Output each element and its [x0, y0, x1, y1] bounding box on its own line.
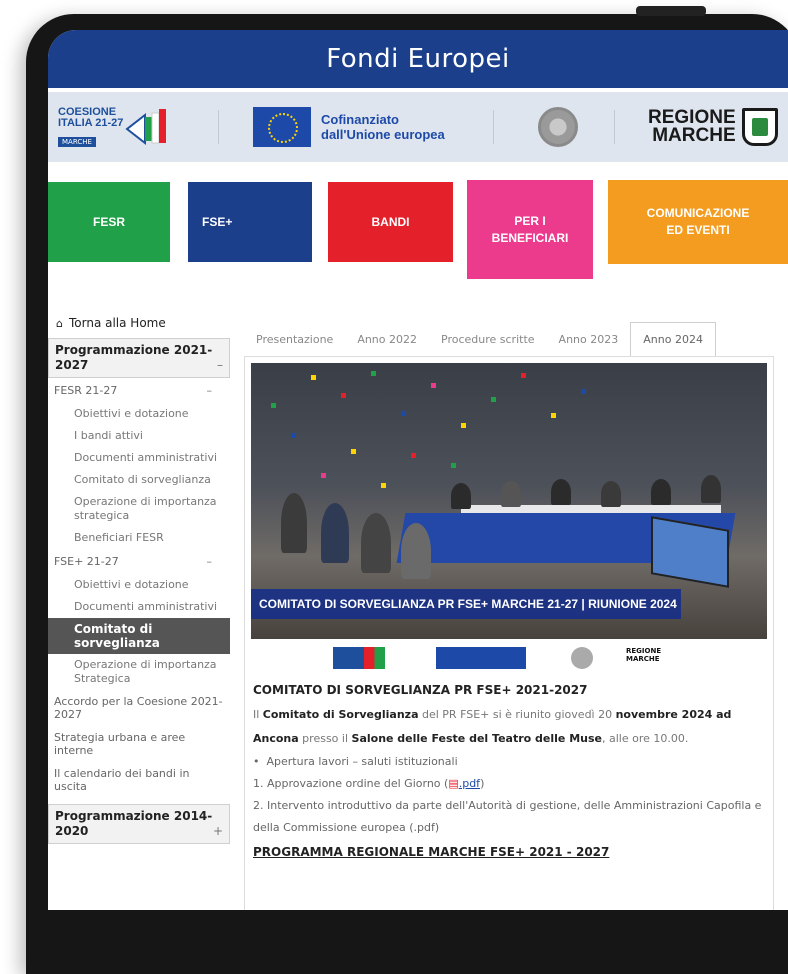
- tab-presentazione[interactable]: Presentazione: [244, 333, 345, 356]
- agenda-item-1-end: ): [480, 777, 485, 790]
- tab-panel: COMITATO DI SORVEGLIANZA PR FSE+ MARCHE …: [244, 356, 774, 910]
- article-heading: COMITATO DI SORVEGLIANZA PR FSE+ 2021-20…: [253, 683, 588, 697]
- p1-e: presso il: [298, 732, 352, 745]
- main-content: Presentazione Anno 2022 Procedure scritt…: [244, 320, 774, 910]
- p1-g: , alle ore 10.00.: [601, 732, 689, 745]
- marche-line2: MARCHE: [652, 125, 736, 146]
- marche-mini-line2: MARCHE: [626, 655, 660, 663]
- group-2014-label: Programmazione 2014-2020: [55, 809, 213, 838]
- home-icon: ⌂: [56, 317, 63, 330]
- sidebar-item[interactable]: Strategia urbana e aree interne: [48, 726, 230, 762]
- meeting-photo[interactable]: COMITATO DI SORVEGLIANZA PR FSE+ MARCHE …: [251, 363, 767, 639]
- photo-caption: COMITATO DI SORVEGLIANZA PR FSE+ MARCHE …: [251, 589, 681, 619]
- p1-c: del PR FSE+ si è riunito giovedì 20: [418, 708, 616, 721]
- pdf-icon: ▤: [448, 777, 459, 790]
- tile-fesr-label: FESR: [92, 214, 125, 229]
- tile-fse-label: FSE+: [202, 214, 233, 229]
- tile-comunicazione-line1: COMUNICAZIONE: [646, 206, 750, 220]
- tile-beneficiari-line2: BENEFICIARI: [491, 230, 569, 245]
- sidebar-item[interactable]: Accordo per la Coesione 2021-2027: [48, 690, 230, 726]
- agenda-item-1-text: 1. Approvazione ordine del Giorno (: [253, 777, 449, 790]
- tile-comunicazione[interactable]: COMUNICAZIONE ED EVENTI: [608, 180, 788, 264]
- home-link[interactable]: ⌂ Torna alla Home: [48, 310, 230, 338]
- expand-toggle-icon[interactable]: +: [213, 824, 223, 839]
- tile-fse[interactable]: FSE+: [188, 182, 312, 262]
- p1-b: Comitato di Sorveglianza: [262, 708, 419, 721]
- section-fesr-label: FESR 21-27: [54, 384, 118, 397]
- agenda-item-1: 1. Approvazione ordine del Giorno (▤.pdf…: [251, 773, 767, 795]
- coesione-line1: COESIONE: [58, 105, 117, 118]
- collapse-toggle-icon[interactable]: –: [217, 358, 223, 373]
- tile-bandi[interactable]: BANDI: [328, 182, 453, 262]
- logo-divider: [218, 110, 219, 144]
- logo-divider: [614, 110, 615, 144]
- tab-procedure-scritte[interactable]: Procedure scritte: [429, 333, 547, 356]
- sidebar-item[interactable]: Beneficiari FESR: [48, 527, 230, 549]
- eu-mini-logo: [436, 647, 526, 669]
- sidebar-item[interactable]: Operazione di importanza Strategica: [48, 654, 230, 690]
- collapse-toggle-icon[interactable]: –: [207, 555, 213, 568]
- sidebar-item[interactable]: Documenti amministrativi: [48, 596, 230, 618]
- tile-beneficiari[interactable]: PER I BENEFICIARI: [467, 180, 593, 279]
- eu-line2: dall'Unione europea: [321, 127, 445, 142]
- app-title: Fondi Europei: [326, 44, 510, 74]
- eu-line1: Cofinanziato: [321, 112, 399, 127]
- logo-strip: COESIONE ITALIA 21-27 MARCHE Cofinanziat…: [48, 92, 788, 162]
- sidebar-item[interactable]: Obiettivi e dotazione: [48, 403, 230, 425]
- tab-anno-2022[interactable]: Anno 2022: [345, 333, 429, 356]
- sidebar-item[interactable]: I bandi attivi: [48, 425, 230, 447]
- device-button: [636, 6, 706, 16]
- tile-fesr[interactable]: FESR: [48, 182, 170, 262]
- tile-bandi-label: BANDI: [371, 214, 410, 229]
- marche-shield-icon: [741, 108, 778, 146]
- partner-logos: REGIONE MARCHE: [251, 639, 767, 677]
- collapse-toggle-icon[interactable]: –: [207, 384, 213, 397]
- agenda-bullet: • Apertura lavori – saluti istituzionali: [253, 755, 458, 768]
- sidebar-item[interactable]: Comitato di sorveglianza: [48, 469, 230, 491]
- agenda-bullet-text: Apertura lavori – saluti istituzionali: [266, 755, 458, 768]
- section-fesr[interactable]: FESR 21-27 –: [48, 378, 230, 403]
- category-tiles: FESR FSE+ BANDI PER I BENEFICIARI COMUNIC…: [48, 180, 788, 290]
- article-paragraph: Il Comitato di Sorveglianza del PR FSE+ …: [251, 703, 767, 751]
- sidebar-item[interactable]: Documenti amministrativi: [48, 447, 230, 469]
- emblem-mini-icon: [571, 647, 593, 669]
- group-programmazione-2021[interactable]: Programmazione 2021-2027 –: [48, 338, 230, 378]
- coesione-line2: ITALIA 21-27: [58, 116, 124, 129]
- coesione-badge: MARCHE: [58, 136, 96, 147]
- tab-anno-2023[interactable]: Anno 2023: [547, 333, 631, 356]
- year-tabs: Presentazione Anno 2022 Procedure scritt…: [244, 320, 774, 356]
- sidebar-item[interactable]: Operazione di importanza strategica: [48, 491, 230, 527]
- italian-republic-emblem-icon[interactable]: [538, 100, 578, 154]
- p1-a: Il: [253, 708, 263, 721]
- regione-marche-logo[interactable]: REGIONE MARCHE: [648, 100, 778, 154]
- app-title-bar: Fondi Europei: [48, 30, 788, 88]
- group-2021-label: Programmazione 2021-2027: [55, 343, 213, 372]
- sidebar-item[interactable]: Obiettivi e dotazione: [48, 574, 230, 596]
- marche-mini-logo: REGIONE MARCHE: [626, 647, 678, 669]
- section-fse-label: FSE+ 21-27: [54, 555, 119, 568]
- sidebar-item[interactable]: Il calendario dei bandi in uscita: [48, 762, 230, 798]
- program-heading[interactable]: PROGRAMMA REGIONALE MARCHE FSE+ 2021 - 2…: [251, 839, 767, 865]
- home-link-label: Torna alla Home: [68, 316, 166, 330]
- tile-comunicazione-line2: ED EVENTI: [666, 223, 730, 237]
- sidebar-item-active[interactable]: Comitato di sorveglianza: [48, 618, 230, 654]
- marche-mini-line1: REGIONE: [626, 647, 662, 655]
- pdf-link[interactable]: .pdf: [459, 777, 480, 790]
- group-programmazione-2014[interactable]: Programmazione 2014-2020 +: [48, 804, 230, 844]
- tile-beneficiari-line1: PER I: [514, 213, 546, 228]
- agenda-item-2: 2. Intervento introduttivo da parte dell…: [253, 799, 762, 834]
- coesione-mini-logo: [333, 647, 385, 669]
- logo-divider: [493, 110, 494, 144]
- browser-screen: Fondi Europei COESIONE ITALIA 21-27 MARC…: [48, 30, 788, 910]
- sidebar-nav: ⌂ Torna alla Home Programmazione 2021-202…: [48, 310, 230, 844]
- eu-cofinanziato-logo[interactable]: Cofinanziato dall'Unione europea: [253, 100, 445, 154]
- section-fse[interactable]: FSE+ 21-27 –: [48, 549, 230, 574]
- eu-flag-icon: [253, 107, 311, 147]
- coesione-arrow-icon: [125, 109, 167, 146]
- p1-f: Salone delle Feste del Teatro delle Muse: [351, 732, 602, 745]
- tab-anno-2024[interactable]: Anno 2024: [630, 322, 716, 356]
- coesione-italia-logo[interactable]: COESIONE ITALIA 21-27 MARCHE: [58, 100, 167, 154]
